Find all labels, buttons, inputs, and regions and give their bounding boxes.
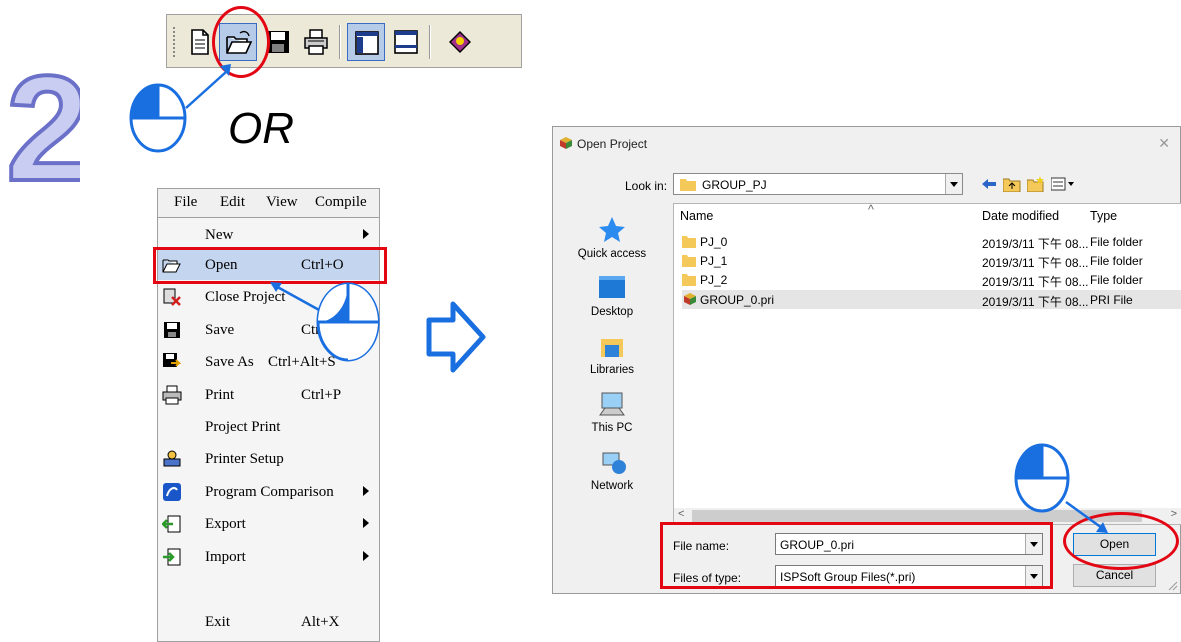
menu-item-program-comparison[interactable]: Program Comparison — [158, 477, 379, 507]
file-row[interactable]: PJ_1 2019/3/11 下午 08... File folder — [682, 251, 1181, 270]
menu-item-print[interactable]: Print Ctrl+P — [158, 380, 379, 410]
menu-item-project-print[interactable]: Project Print — [158, 412, 379, 442]
column-header-name[interactable]: Name — [680, 209, 713, 223]
folder-icon — [682, 255, 696, 267]
layout-icon — [355, 31, 379, 55]
file-row[interactable]: PJ_0 2019/3/11 下午 08... File folder — [682, 232, 1181, 251]
window-button[interactable] — [387, 23, 425, 61]
step-number: 2 — [0, 0, 91, 214]
toolbar-separator — [429, 25, 431, 59]
import-icon — [163, 548, 181, 566]
new-icon — [191, 29, 209, 55]
network-icon — [602, 452, 626, 474]
toolbar-separator — [339, 25, 341, 59]
project-cube-icon — [560, 137, 572, 149]
mouse-click-indicator — [268, 280, 386, 375]
star-icon — [599, 217, 625, 242]
menu-item-printer-setup[interactable]: Printer Setup — [158, 444, 379, 474]
menu-compile[interactable]: Compile — [315, 194, 367, 211]
folder-icon — [682, 236, 696, 248]
submenu-arrow-icon — [363, 486, 369, 496]
save-as-icon — [163, 353, 182, 367]
close-project-icon — [163, 288, 181, 306]
menu-item-export[interactable]: Export — [158, 509, 379, 539]
view-menu-icon[interactable] — [1051, 177, 1077, 191]
folder-icon — [680, 179, 696, 191]
program-comparison-icon — [163, 483, 181, 501]
layout-button[interactable] — [347, 23, 385, 61]
scroll-right-icon[interactable]: > — [1171, 508, 1177, 520]
libraries-icon — [601, 339, 623, 357]
next-step-arrow-icon — [425, 300, 487, 379]
menu-item-import[interactable]: Import — [158, 542, 379, 572]
place-this-pc[interactable]: This PC — [560, 389, 664, 447]
file-row-selected[interactable]: GROUP_0.pri 2019/3/11 下午 08... PRI File — [682, 290, 1181, 309]
column-header-date[interactable]: Date modified — [982, 209, 1059, 223]
menu-item-exit[interactable]: Exit Alt+X — [158, 607, 379, 637]
save-icon — [164, 322, 180, 338]
highlight-file-fields — [660, 522, 1053, 589]
dialog-title: Open Project — [577, 137, 648, 151]
scroll-left-icon[interactable]: < — [678, 508, 684, 520]
new-folder-icon[interactable] — [1027, 176, 1045, 192]
printer-setup-icon — [163, 450, 181, 467]
svg-text:2: 2 — [6, 44, 80, 190]
menubar: File Edit View Compile — [157, 188, 380, 218]
mouse-click-indicator — [1010, 440, 1122, 545]
look-in-label: Look in: — [625, 179, 668, 193]
menu-item-new[interactable]: New — [158, 220, 379, 250]
file-row[interactable]: PJ_2 2019/3/11 下午 08... File folder — [682, 270, 1181, 289]
submenu-arrow-icon — [363, 551, 369, 561]
submenu-arrow-icon — [363, 518, 369, 528]
menu-view[interactable]: View — [266, 194, 298, 211]
place-desktop[interactable]: Desktop — [560, 273, 664, 331]
print-button[interactable] — [297, 23, 335, 61]
place-network[interactable]: Network — [560, 447, 664, 505]
print-icon — [162, 385, 182, 405]
close-icon[interactable]: ✕ — [1158, 135, 1170, 152]
menu-file[interactable]: File — [174, 194, 197, 211]
places-bar: Quick access Desktop Libraries This PC N… — [560, 207, 664, 507]
help-book-icon — [449, 31, 471, 53]
resize-grip-icon[interactable] — [1166, 579, 1178, 591]
print-icon — [304, 29, 328, 55]
place-libraries[interactable]: Libraries — [560, 331, 664, 389]
up-folder-icon[interactable] — [1003, 176, 1021, 192]
place-quick-access[interactable]: Quick access — [560, 215, 664, 273]
project-cube-icon — [684, 293, 696, 305]
menu-edit[interactable]: Edit — [220, 194, 245, 211]
look-in-dropdown[interactable]: GROUP_PJ — [673, 173, 963, 195]
highlight-open-menu — [153, 247, 387, 284]
desktop-icon — [599, 276, 625, 298]
submenu-arrow-icon — [363, 229, 369, 239]
help-button[interactable] — [441, 23, 479, 61]
back-icon[interactable] — [981, 177, 997, 191]
export-icon — [162, 515, 181, 533]
toolbar-grip — [173, 27, 179, 57]
or-label: OR — [228, 104, 294, 153]
computer-icon — [599, 392, 625, 416]
column-header-type[interactable]: Type — [1090, 209, 1117, 223]
window-icon — [394, 30, 418, 54]
navigation-tools — [981, 175, 1081, 195]
chevron-down-icon[interactable] — [945, 174, 962, 194]
folder-icon — [682, 274, 696, 286]
sort-chevron-icon: ^ — [868, 203, 874, 217]
